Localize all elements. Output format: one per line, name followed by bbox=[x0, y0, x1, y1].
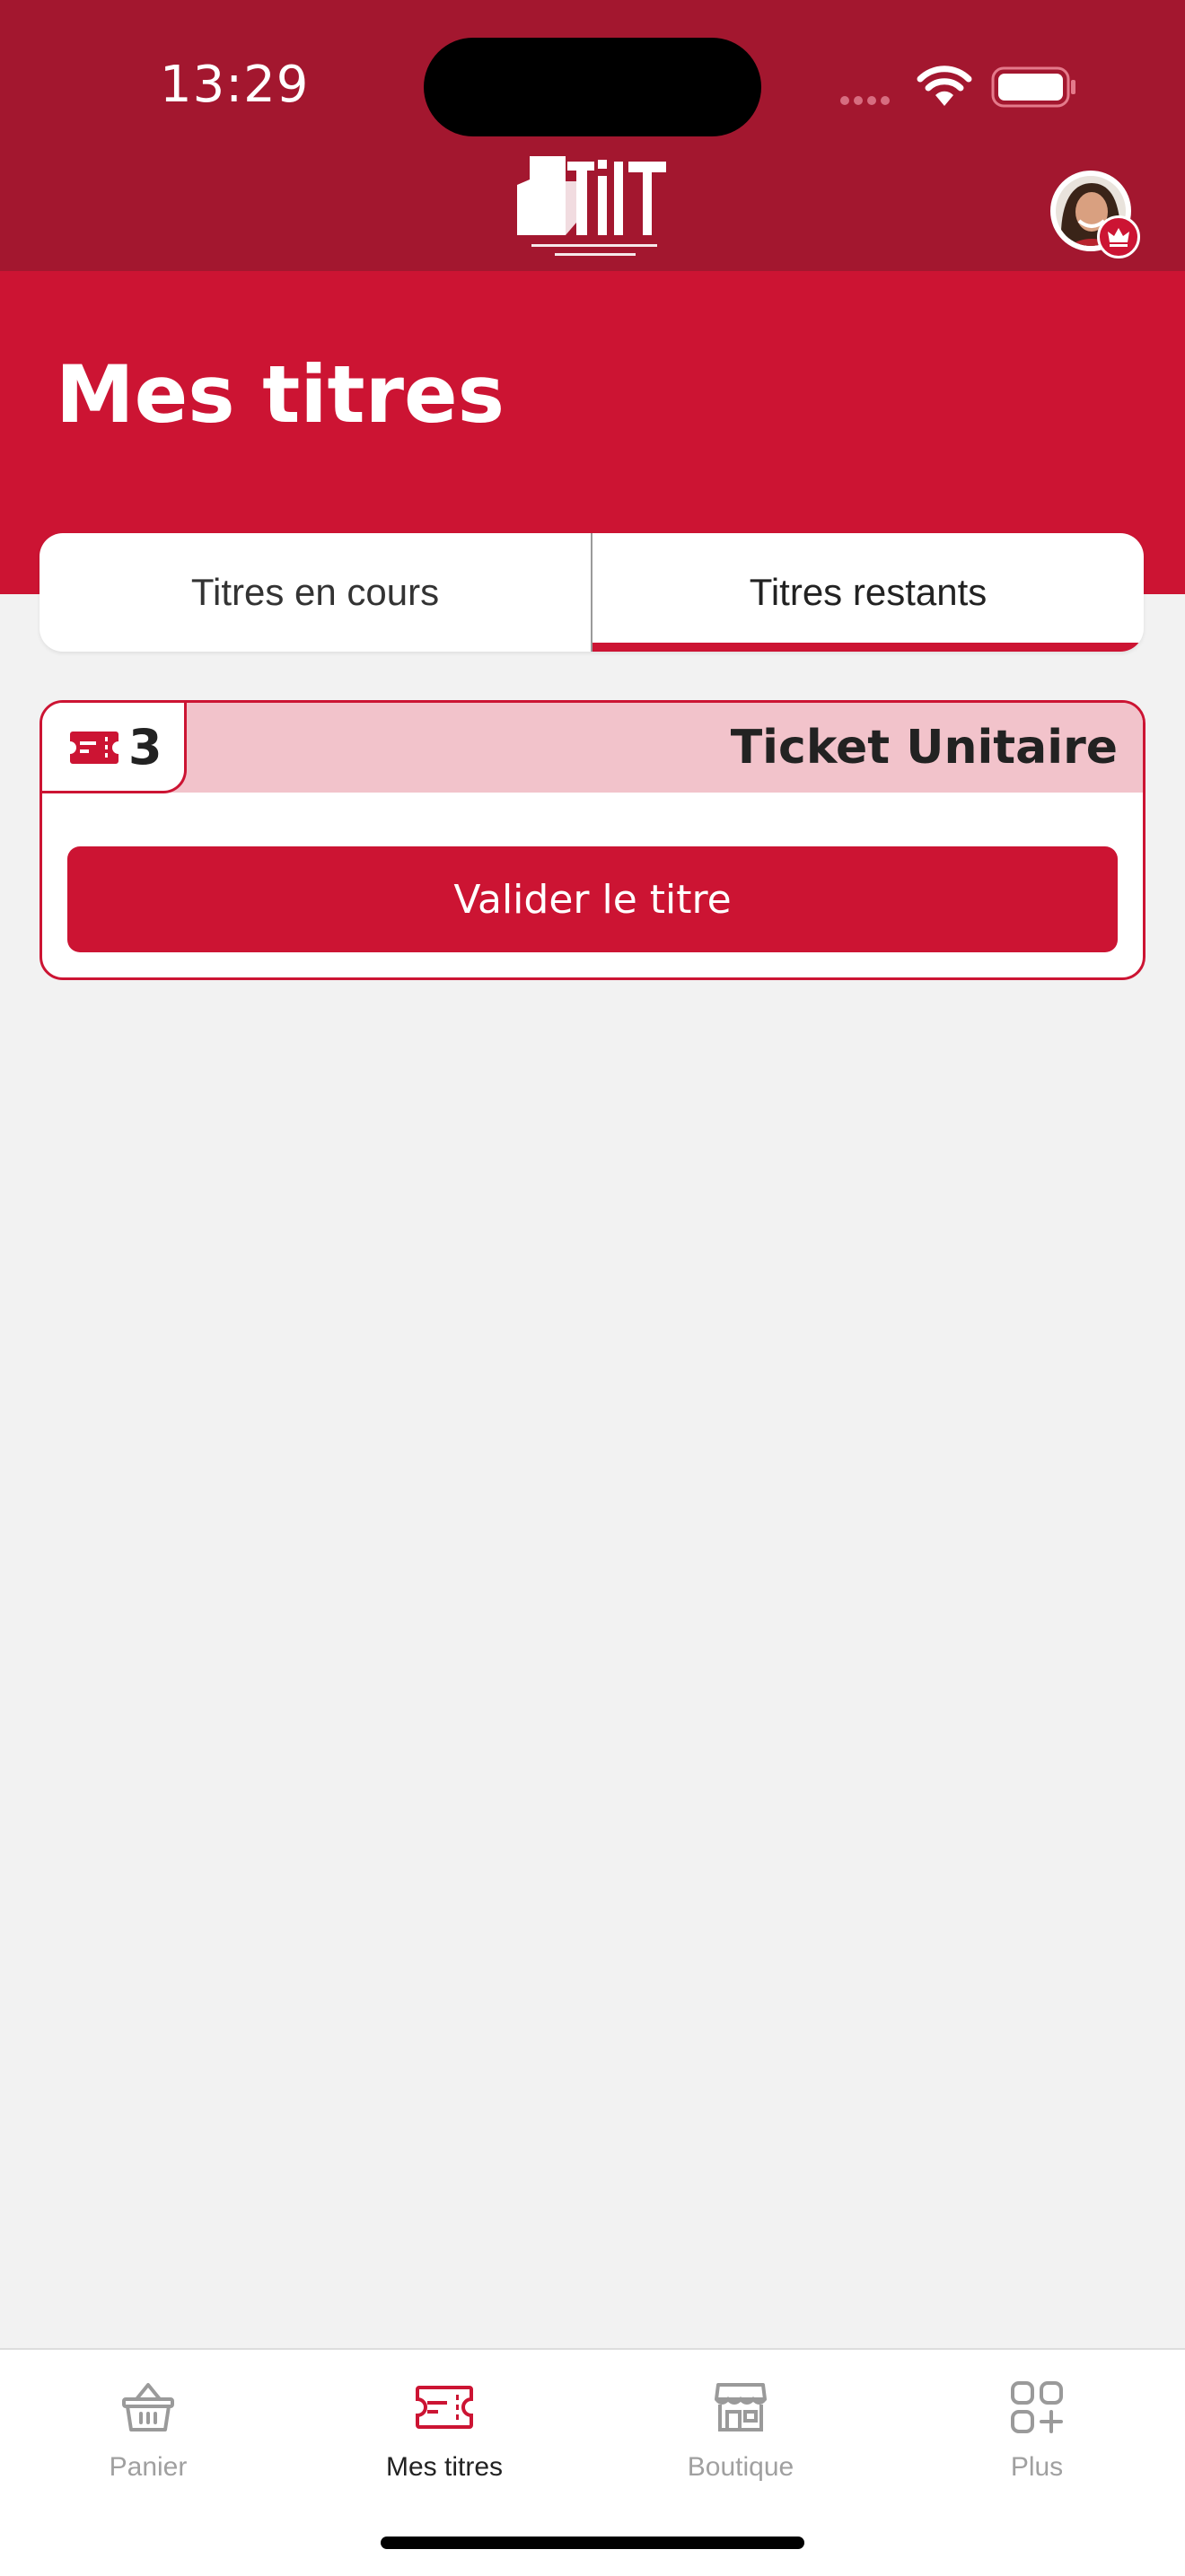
ticket-count-badge: 3 bbox=[42, 703, 187, 793]
dynamic-island bbox=[424, 38, 761, 136]
tabbar-label-mes-titres: Mes titres bbox=[385, 2452, 504, 2482]
premium-crown-icon bbox=[1097, 215, 1140, 258]
basket-icon bbox=[122, 2383, 174, 2431]
shop-icon bbox=[715, 2383, 767, 2431]
cellular-signal-icon bbox=[840, 93, 894, 110]
tabbar-label-plus: Plus bbox=[1010, 2452, 1064, 2482]
profile-avatar[interactable] bbox=[1050, 171, 1140, 258]
ticket-tabs: Titres en cours Titres restants bbox=[40, 533, 1144, 652]
page-title: Mes titres bbox=[56, 348, 505, 441]
tilt-logo bbox=[515, 154, 670, 267]
tabbar-item-mes-titres[interactable]: Mes titres bbox=[296, 2371, 592, 2506]
tab-titres-restants[interactable]: Titres restants bbox=[592, 533, 1144, 652]
tabbar-label-boutique: Boutique bbox=[687, 2452, 794, 2482]
grid-plus-icon bbox=[1011, 2381, 1063, 2433]
ticket-count: 3 bbox=[128, 719, 162, 775]
active-tab-indicator bbox=[592, 643, 1144, 652]
top-app-bar: 13:29 bbox=[0, 0, 1185, 271]
ticket-name: Ticket Unitaire bbox=[730, 721, 1118, 775]
ticket-icon bbox=[70, 732, 118, 764]
status-time: 13:29 bbox=[160, 56, 310, 114]
tabbar-item-panier[interactable]: Panier bbox=[0, 2371, 296, 2506]
tabbar-label-panier: Panier bbox=[109, 2452, 188, 2482]
tabbar-item-boutique[interactable]: Boutique bbox=[592, 2371, 889, 2506]
home-indicator[interactable] bbox=[381, 2537, 804, 2549]
ticket-card: 3 Ticket Unitaire Valider le titre bbox=[40, 700, 1146, 980]
wifi-icon bbox=[917, 66, 972, 106]
validate-ticket-button[interactable]: Valider le titre bbox=[67, 846, 1118, 952]
battery-icon bbox=[991, 66, 1075, 108]
tab-titres-en-cours[interactable]: Titres en cours bbox=[40, 533, 591, 652]
ticket-icon bbox=[416, 2386, 473, 2429]
tabbar-item-plus[interactable]: Plus bbox=[889, 2371, 1185, 2506]
